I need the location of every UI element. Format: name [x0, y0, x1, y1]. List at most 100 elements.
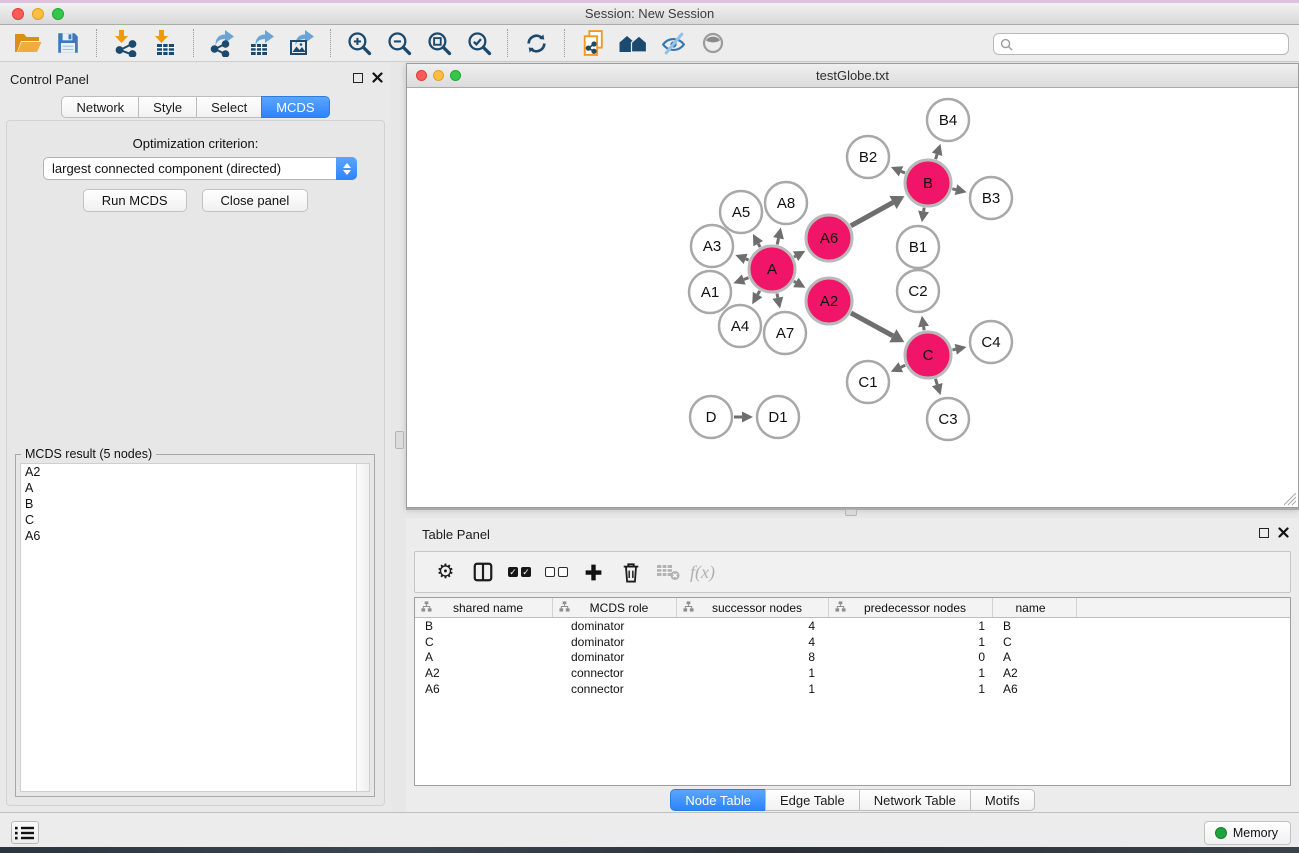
memory-button[interactable]: Memory: [1204, 821, 1291, 845]
graph-node-A6[interactable]: A6: [806, 215, 852, 261]
create-column-button[interactable]: [575, 555, 612, 589]
column-header-successor-nodes[interactable]: successor nodes: [677, 598, 829, 617]
task-history-button[interactable]: [11, 821, 39, 844]
window-resize-grip[interactable]: [1284, 493, 1297, 506]
graph-node-A4[interactable]: A4: [719, 305, 761, 347]
column-header-predecessor-nodes[interactable]: predecessor nodes: [829, 598, 993, 617]
graph-edge-A-A4[interactable]: [758, 291, 760, 295]
column-header-name[interactable]: name: [993, 598, 1077, 617]
result-item[interactable]: A: [21, 480, 369, 496]
graph-edge-C-C4[interactable]: [952, 349, 955, 350]
graph-edge-B-B4[interactable]: [936, 154, 938, 159]
graph-edge-A-A3[interactable]: [746, 259, 749, 260]
graph-node-A2[interactable]: A2: [806, 278, 852, 324]
tab-network[interactable]: Network: [61, 96, 139, 118]
export-table-button[interactable]: [242, 27, 282, 59]
run-mcds-button[interactable]: Run MCDS: [83, 189, 187, 212]
export-image-button[interactable]: [282, 27, 322, 59]
graph-node-C[interactable]: C: [905, 332, 951, 378]
optimization-criterion-dropdown[interactable]: largest connected component (directed): [43, 157, 357, 180]
graph-node-B[interactable]: B: [905, 160, 951, 206]
network-window-titlebar[interactable]: testGlobe.txt: [407, 64, 1298, 88]
home-button[interactable]: [613, 27, 653, 59]
tab-edge-table[interactable]: Edge Table: [765, 789, 860, 811]
graph-node-A[interactable]: A: [749, 246, 795, 292]
unselect-all-columns-button[interactable]: [538, 555, 575, 589]
result-item[interactable]: A6: [21, 528, 369, 544]
graph-edge-C-C2[interactable]: [924, 327, 925, 331]
column-header-MCDS-role[interactable]: MCDS role: [553, 598, 677, 617]
mcds-result-list[interactable]: A2ABCA6: [20, 463, 370, 792]
graph-node-B2[interactable]: B2: [847, 136, 889, 178]
graph-node-A5[interactable]: A5: [720, 191, 762, 233]
search-input[interactable]: [1017, 37, 1282, 51]
vertical-split-grip[interactable]: [395, 431, 404, 449]
graph-edge-A6-B[interactable]: [851, 202, 893, 225]
graph-node-C1[interactable]: C1: [847, 361, 889, 403]
tab-network-table[interactable]: Network Table: [859, 789, 971, 811]
tab-node-table[interactable]: Node Table: [670, 789, 766, 811]
graph-node-C2[interactable]: C2: [897, 270, 939, 312]
open-session-button[interactable]: [8, 27, 48, 59]
graph-edge-B-B2[interactable]: [901, 171, 905, 173]
graph-edge-B-B3[interactable]: [952, 189, 956, 190]
graph-edge-C-C3[interactable]: [935, 379, 937, 385]
close-panel-button[interactable]: Close panel: [202, 189, 309, 212]
graph-node-D[interactable]: D: [690, 396, 732, 438]
graph-node-A7[interactable]: A7: [764, 312, 806, 354]
close-panel-icon[interactable]: [372, 72, 383, 83]
graph-edge-A2-C[interactable]: [851, 313, 893, 336]
graph-edge-A-A6[interactable]: [794, 256, 796, 257]
column-header-shared-name[interactable]: shared name: [415, 598, 553, 617]
show-columns-button[interactable]: [464, 555, 501, 589]
table-row[interactable]: A6connector11A6: [415, 681, 1290, 697]
table-settings-button[interactable]: ⚙: [427, 555, 464, 589]
clone-network-button[interactable]: [573, 27, 613, 59]
network-canvas[interactable]: B4B2BB3A8A5A6A3B1AA1C2A2A4A7C4CC1C3DD1: [407, 88, 1298, 507]
result-list-scrollbar[interactable]: [356, 464, 369, 791]
tab-motifs[interactable]: Motifs: [970, 789, 1035, 811]
save-session-button[interactable]: [48, 27, 88, 59]
graph-node-C3[interactable]: C3: [927, 398, 969, 440]
graph-node-D1[interactable]: D1: [757, 396, 799, 438]
import-table-button[interactable]: [145, 27, 185, 59]
tab-select[interactable]: Select: [196, 96, 262, 118]
table-row[interactable]: Cdominator41C: [415, 634, 1290, 650]
table-row[interactable]: Adominator80A: [415, 649, 1290, 665]
graph-edge-A-A5[interactable]: [758, 244, 760, 247]
table-row[interactable]: A2connector11A2: [415, 665, 1290, 681]
graph-edge-C-C1[interactable]: [901, 365, 905, 367]
tab-style[interactable]: Style: [138, 96, 197, 118]
result-item[interactable]: C: [21, 512, 369, 528]
select-all-columns-button[interactable]: ✓✓: [501, 555, 538, 589]
show-all-button[interactable]: [693, 27, 733, 59]
delete-column-button[interactable]: [612, 555, 649, 589]
float-table-panel-icon[interactable]: [1259, 528, 1269, 538]
export-network-button[interactable]: [202, 27, 242, 59]
graph-edge-A-A7[interactable]: [777, 293, 778, 297]
graph-edge-A-A1[interactable]: [744, 278, 749, 280]
zoom-in-button[interactable]: [339, 27, 379, 59]
float-panel-icon[interactable]: [353, 73, 363, 83]
graph-edge-A-A2[interactable]: [794, 281, 796, 282]
refresh-button[interactable]: [516, 27, 556, 59]
zoom-fit-button[interactable]: [419, 27, 459, 59]
graph-node-B3[interactable]: B3: [970, 177, 1012, 219]
graph-edge-A-A8[interactable]: [777, 238, 778, 244]
result-item[interactable]: A2: [21, 464, 369, 480]
result-item[interactable]: B: [21, 496, 369, 512]
graph-node-A8[interactable]: A8: [765, 182, 807, 224]
zoom-out-button[interactable]: [379, 27, 419, 59]
table-row[interactable]: Bdominator41B: [415, 618, 1290, 634]
graph-node-A1[interactable]: A1: [689, 271, 731, 313]
hide-unselected-button[interactable]: [653, 27, 693, 59]
graph-edge-B-B1[interactable]: [924, 208, 925, 212]
graph-node-C4[interactable]: C4: [970, 321, 1012, 363]
close-table-panel-icon[interactable]: [1278, 527, 1289, 538]
tab-mcds[interactable]: MCDS: [261, 96, 329, 118]
graph-node-B4[interactable]: B4: [927, 99, 969, 141]
horizontal-split-grip[interactable]: [845, 509, 857, 516]
graph-node-A3[interactable]: A3: [691, 225, 733, 267]
zoom-selected-button[interactable]: [459, 27, 499, 59]
import-network-button[interactable]: [105, 27, 145, 59]
